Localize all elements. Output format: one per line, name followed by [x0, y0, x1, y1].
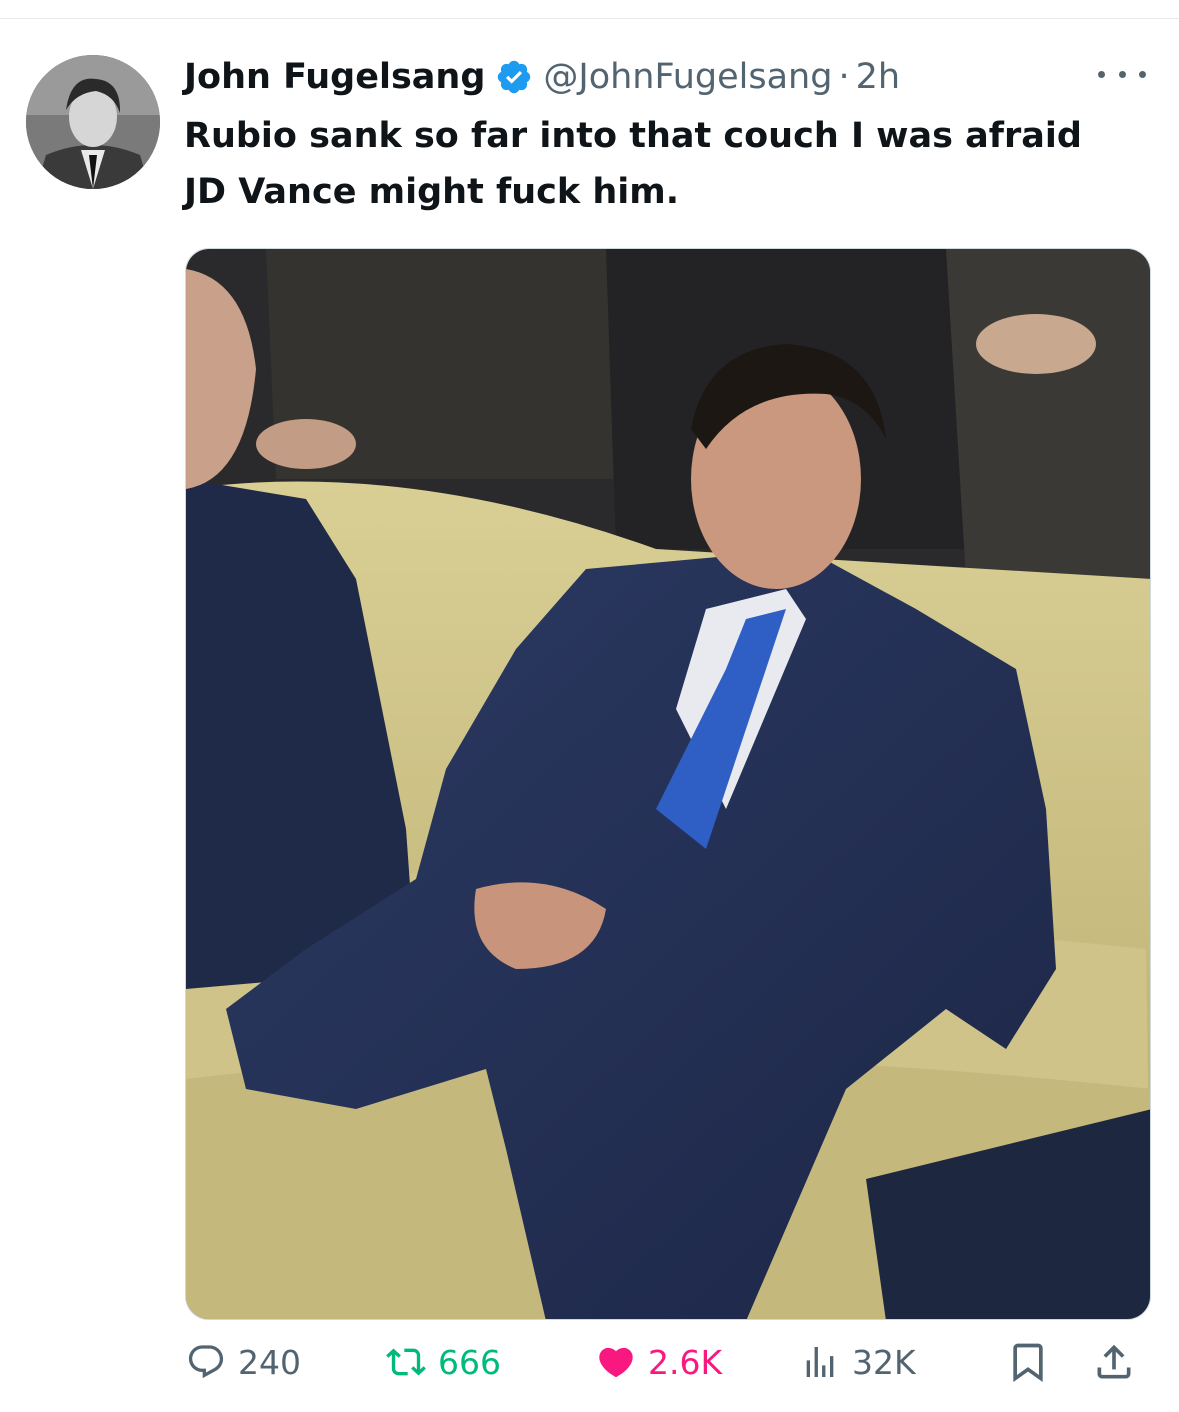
action-bar: 240 666 2.6K 32K — [186, 1334, 1146, 1390]
more-dot — [1139, 70, 1146, 78]
bookmark-icon — [1013, 1343, 1043, 1383]
like-button[interactable]: 2.6K — [596, 1334, 722, 1390]
tweet-media-image[interactable] — [185, 248, 1151, 1320]
author-name[interactable]: John Fugelsang — [184, 57, 485, 97]
views-icon — [806, 1347, 834, 1377]
views-button[interactable]: 32K — [800, 1334, 916, 1390]
tweet-text: Rubio sank so far into that couch I was … — [184, 116, 1082, 212]
reply-icon — [188, 1345, 224, 1379]
like-count: 2.6K — [648, 1342, 723, 1382]
separator-dot: · — [838, 57, 850, 97]
reply-count: 240 — [238, 1342, 301, 1382]
author-handle[interactable]: @JohnFugelsang — [543, 57, 832, 97]
retweet-button[interactable]: 666 — [386, 1334, 501, 1390]
retweet-icon — [386, 1348, 426, 1376]
more-icon[interactable] — [1098, 62, 1146, 86]
more-dot — [1118, 70, 1126, 78]
avatar[interactable] — [26, 55, 160, 189]
retweet-count: 666 — [438, 1342, 501, 1382]
share-icon — [1097, 1344, 1131, 1379]
more-dot — [1098, 70, 1105, 78]
share-button[interactable] — [1092, 1334, 1136, 1390]
avatar-image — [26, 55, 160, 189]
reply-button[interactable]: 240 — [186, 1334, 301, 1390]
views-count: 32K — [852, 1342, 916, 1382]
heart-icon — [599, 1347, 633, 1378]
bookmark-button[interactable] — [1006, 1334, 1050, 1390]
tweet-time[interactable]: 2h — [856, 57, 900, 97]
verified-badge-icon — [495, 58, 533, 96]
tweet-header: John Fugelsang @JohnFugelsang · 2h — [184, 55, 900, 99]
top-divider — [0, 18, 1179, 19]
